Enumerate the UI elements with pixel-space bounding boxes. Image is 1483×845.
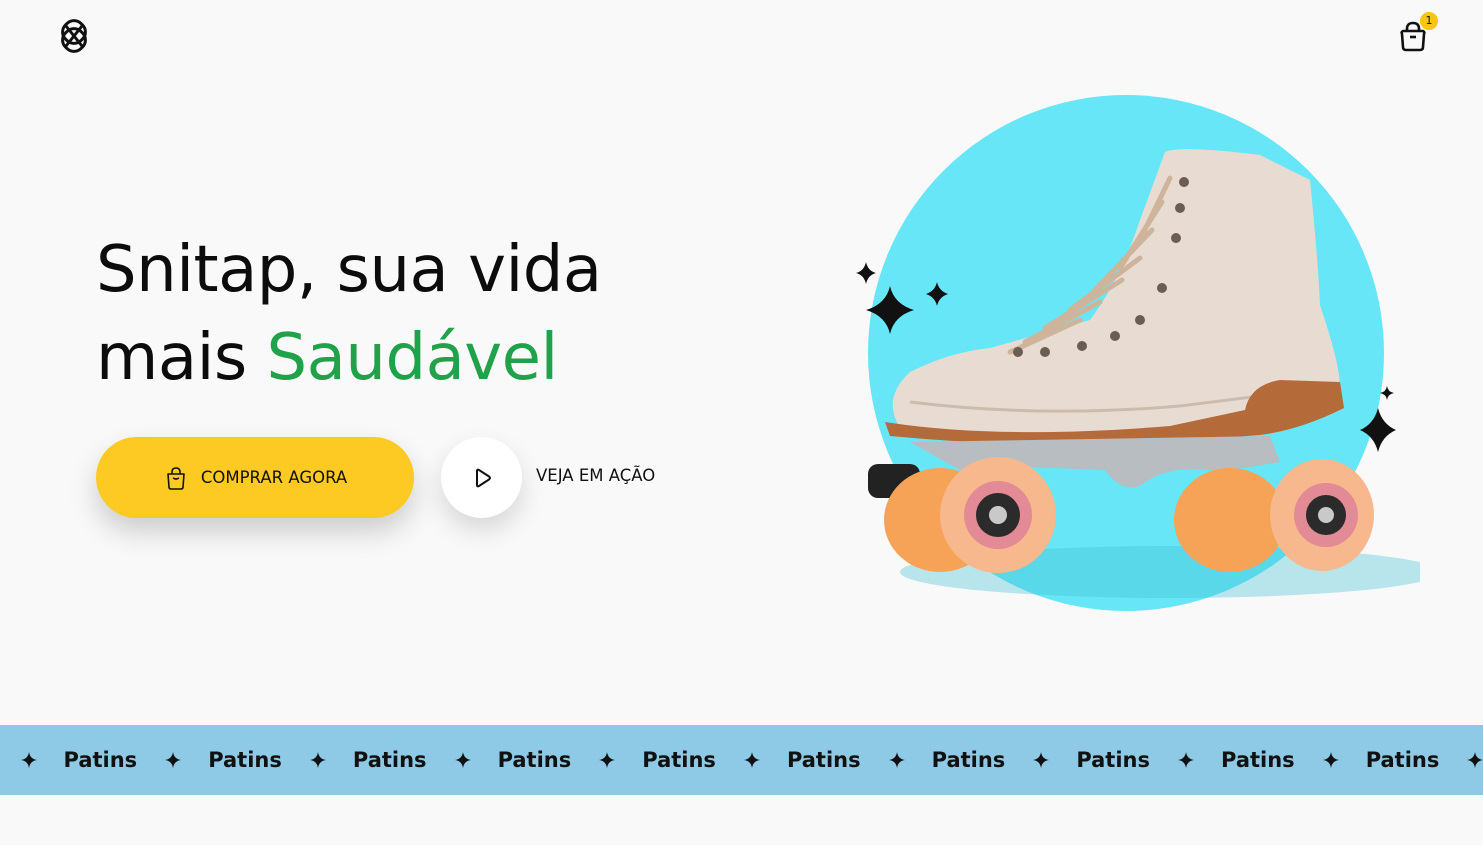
marquee-item: Patins (64, 748, 209, 772)
marquee-item: Patins (498, 748, 643, 772)
buy-now-label: COMPRAR AGORA (200, 468, 348, 487)
marquee-item: s (0, 748, 64, 772)
watch-video-button[interactable] (441, 437, 522, 518)
hero-title-line1: Snitap, sua vida (96, 233, 602, 307)
marquee-item: Patins (932, 748, 1077, 772)
marquee-item-label: Patins (1365, 748, 1440, 772)
marquee-track: sPatinsPatinsPatinsPatinsPatinsPatinsPat… (0, 725, 1483, 795)
hero-title: Snitap, sua vida mais Saudável (96, 226, 736, 402)
marquee-item: Patins (1366, 748, 1483, 772)
shopping-bag-icon (167, 466, 185, 490)
marquee-item-label: Patins (1221, 748, 1295, 772)
marquee-item-label: Patins (63, 748, 138, 772)
marquee-item: Patins (208, 748, 353, 772)
four-point-star-icon (743, 752, 760, 768)
hero-title-line2: mais (96, 321, 267, 395)
four-point-star-icon (454, 752, 471, 768)
four-point-star-icon (1467, 752, 1483, 768)
four-point-star-icon (888, 752, 905, 768)
cart-count-badge: 1 (1420, 12, 1438, 30)
four-point-star-icon (309, 752, 326, 768)
marquee-item-label: Patins (786, 748, 861, 772)
marquee-item-label: Patins (642, 748, 716, 772)
four-point-star-icon (1033, 752, 1050, 768)
roller-skate-image (856, 95, 1420, 611)
marquee-item: Patins (642, 748, 787, 772)
four-point-star-icon (599, 752, 616, 768)
marquee-item: Patins (1221, 748, 1366, 772)
marquee-item-label: Patins (497, 748, 572, 772)
four-point-star-icon (165, 752, 182, 768)
marquee-item: Patins (1076, 748, 1221, 772)
marquee-band: sPatinsPatinsPatinsPatinsPatinsPatinsPat… (0, 725, 1483, 795)
marquee-item: Patins (787, 748, 932, 772)
watch-video-label[interactable]: VEJA EM AÇÃO (536, 466, 655, 485)
brand-logo-icon[interactable] (54, 16, 94, 56)
marquee-item: Patins (353, 748, 498, 772)
marquee-item-label: Patins (208, 748, 282, 772)
four-point-star-icon (20, 752, 37, 768)
play-icon (475, 468, 491, 487)
four-point-star-icon (1322, 752, 1339, 768)
hero-title-accent: Saudável (266, 321, 559, 395)
marquee-item-label: Patins (1076, 748, 1150, 772)
landing-page: 1 Snitap, sua vida mais Saudável COMPRAR… (0, 0, 1483, 845)
four-point-star-icon (1178, 752, 1194, 768)
marquee-item-label: Patins (931, 748, 1006, 772)
marquee-item-label: Patins (352, 748, 427, 772)
cart-button[interactable]: 1 (1396, 12, 1438, 56)
buy-now-button[interactable]: COMPRAR AGORA (96, 437, 414, 518)
